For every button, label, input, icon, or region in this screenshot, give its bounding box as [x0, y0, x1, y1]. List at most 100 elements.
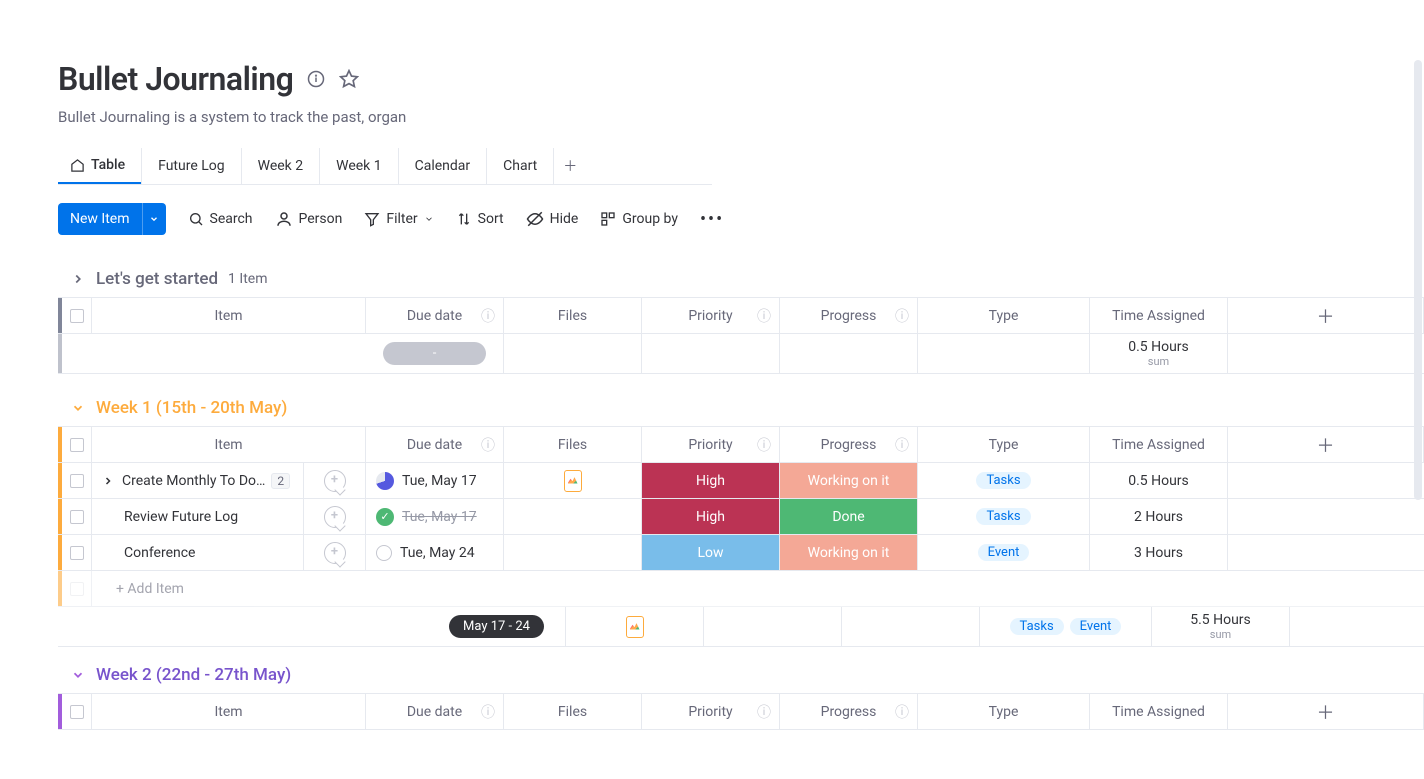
- item-name[interactable]: Conference: [124, 545, 195, 561]
- info-icon[interactable]: ⓘ: [757, 702, 771, 722]
- add-item-label[interactable]: + Add Item: [116, 581, 184, 597]
- select-all-checkbox[interactable]: [70, 705, 84, 719]
- priority-status[interactable]: Low: [642, 535, 779, 570]
- add-item-row[interactable]: + Add Item: [58, 571, 1424, 607]
- item-name[interactable]: Review Future Log: [124, 509, 238, 525]
- col-progress: Progress: [821, 437, 877, 453]
- view-tabs: Table Future Log Week 2 Week 1 Calendar …: [58, 148, 712, 185]
- add-column-button[interactable]: ＋: [1317, 699, 1335, 725]
- tab-label: Chart: [503, 158, 537, 174]
- row-checkbox[interactable]: [70, 510, 84, 524]
- item-name[interactable]: Create Monthly To Do…: [122, 473, 265, 489]
- file-icon: [626, 616, 644, 638]
- select-all-checkbox[interactable]: [70, 309, 84, 323]
- type-tag[interactable]: Tasks: [976, 472, 1030, 489]
- hide-label: Hide: [550, 211, 579, 227]
- chat-icon[interactable]: +: [324, 470, 346, 492]
- time-value[interactable]: 0.5 Hours: [1128, 473, 1189, 489]
- sort-button[interactable]: Sort: [456, 211, 504, 227]
- priority-status[interactable]: High: [642, 463, 779, 498]
- progress-status[interactable]: Working on it: [780, 463, 917, 498]
- date-summary-pill: May 17 - 24: [449, 615, 544, 638]
- tab-week1[interactable]: Week 1: [319, 148, 398, 184]
- star-icon[interactable]: [339, 69, 359, 89]
- page-title: Bullet Journaling: [58, 60, 293, 98]
- type-tag: Tasks: [1010, 618, 1064, 635]
- filter-label: Filter: [386, 211, 417, 227]
- table-row[interactable]: Create Monthly To Do… 2 + Tue, May 17 Hi…: [58, 463, 1424, 499]
- tab-label: Week 2: [258, 158, 304, 174]
- time-summary: 5.5 Hours: [1190, 612, 1251, 628]
- tab-future-log[interactable]: Future Log: [141, 148, 241, 184]
- add-view-button[interactable]: ＋: [553, 148, 586, 184]
- tab-label: Future Log: [158, 158, 225, 174]
- info-icon[interactable]: ⓘ: [895, 435, 909, 455]
- more-options-button[interactable]: •••: [700, 209, 724, 230]
- info-icon[interactable]: [307, 70, 325, 88]
- info-icon[interactable]: ⓘ: [757, 306, 771, 326]
- info-icon[interactable]: ⓘ: [757, 435, 771, 455]
- row-checkbox[interactable]: [70, 474, 84, 488]
- progress-status[interactable]: Done: [780, 499, 917, 534]
- chevron-down-icon[interactable]: [70, 667, 86, 683]
- tab-label: Week 1: [336, 158, 382, 174]
- type-tag[interactable]: Tasks: [976, 508, 1030, 525]
- chat-icon[interactable]: +: [324, 506, 346, 528]
- col-time: Time Assigned: [1112, 704, 1205, 720]
- table-row[interactable]: Conference + Tue, May 24 Low Working on …: [58, 535, 1424, 571]
- tab-calendar[interactable]: Calendar: [398, 148, 487, 184]
- tab-week2[interactable]: Week 2: [241, 148, 320, 184]
- info-icon[interactable]: ⓘ: [481, 435, 495, 455]
- scrollbar[interactable]: [1414, 60, 1422, 500]
- info-icon[interactable]: ⓘ: [895, 306, 909, 326]
- person-filter-button[interactable]: Person: [275, 210, 343, 228]
- filter-button[interactable]: Filter: [364, 211, 433, 227]
- group-count: 1 Item: [228, 271, 267, 287]
- chevron-right-icon[interactable]: [100, 473, 116, 489]
- due-date[interactable]: Tue, May 24: [400, 545, 475, 561]
- col-progress: Progress: [821, 308, 877, 324]
- tab-table[interactable]: Table: [58, 148, 141, 184]
- info-icon[interactable]: ⓘ: [481, 306, 495, 326]
- tab-label: Table: [91, 157, 125, 173]
- new-item-dropdown[interactable]: [142, 203, 166, 235]
- col-type: Type: [989, 437, 1019, 453]
- hide-button[interactable]: Hide: [526, 210, 579, 228]
- date-summary-pill: -: [383, 342, 487, 365]
- chat-icon[interactable]: +: [324, 542, 346, 564]
- table-row[interactable]: Review Future Log + ✓ Tue, May 17 High D…: [58, 499, 1424, 535]
- group-title[interactable]: Let's get started: [96, 269, 218, 289]
- add-column-button[interactable]: ＋: [1317, 432, 1335, 458]
- col-time: Time Assigned: [1112, 437, 1205, 453]
- chevron-down-icon[interactable]: [70, 400, 86, 416]
- col-due-date: Due date: [407, 437, 462, 453]
- row-checkbox: [70, 582, 84, 596]
- select-all-checkbox[interactable]: [70, 438, 84, 452]
- group-title[interactable]: Week 2 (22nd - 27th May): [96, 665, 291, 685]
- due-date[interactable]: Tue, May 17: [402, 509, 477, 525]
- info-icon[interactable]: ⓘ: [895, 702, 909, 722]
- new-item-button[interactable]: New Item: [58, 203, 142, 235]
- priority-status[interactable]: High: [642, 499, 779, 534]
- info-icon[interactable]: ⓘ: [481, 702, 495, 722]
- time-value[interactable]: 2 Hours: [1134, 509, 1183, 525]
- progress-status[interactable]: Working on it: [780, 535, 917, 570]
- group-by-label: Group by: [622, 211, 678, 227]
- sort-label: Sort: [478, 211, 504, 227]
- col-priority: Priority: [688, 308, 732, 324]
- chevron-right-icon[interactable]: [70, 271, 86, 287]
- col-due-date: Due date: [407, 704, 462, 720]
- tab-chart[interactable]: Chart: [486, 148, 553, 184]
- col-progress: Progress: [821, 704, 877, 720]
- search-button[interactable]: Search: [188, 211, 253, 227]
- file-icon[interactable]: [564, 470, 582, 492]
- col-priority: Priority: [688, 704, 732, 720]
- type-tag[interactable]: Event: [978, 544, 1030, 561]
- group-title[interactable]: Week 1 (15th - 20th May): [96, 398, 287, 418]
- row-checkbox[interactable]: [70, 546, 84, 560]
- col-files: Files: [558, 308, 587, 324]
- due-date[interactable]: Tue, May 17: [402, 473, 477, 489]
- time-value[interactable]: 3 Hours: [1134, 545, 1183, 561]
- group-by-button[interactable]: Group by: [600, 211, 678, 227]
- add-column-button[interactable]: ＋: [1317, 303, 1335, 329]
